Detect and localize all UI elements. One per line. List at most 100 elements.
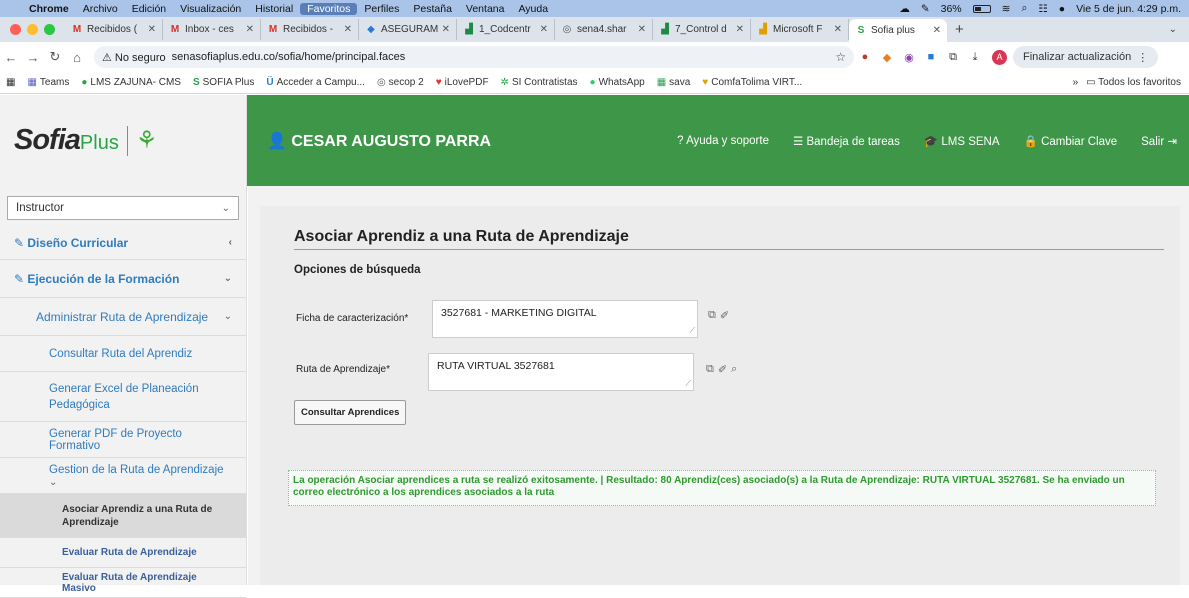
sidebar-item-evaluar-ruta[interactable]: Evaluar Ruta de Aprendizaje [0, 538, 246, 568]
bookmark-ilovepdf[interactable]: ♥ iLovePDF [430, 77, 495, 88]
bookmark-comfatolima[interactable]: ♥ ComfaTolima VIRT... [696, 77, 808, 88]
all-bookmarks-folder[interactable]: ▭ Todos los favoritos [1086, 77, 1189, 88]
browser-tab[interactable]: ◎ sena4.shar ✕ [555, 19, 653, 40]
browser-tab[interactable]: ▟ 7_Control d ✕ [653, 19, 751, 40]
kebab-menu-icon[interactable]: ⋮ [1137, 51, 1148, 64]
ruta-field[interactable]: RUTA VIRTUAL 3527681 ⟋ [428, 353, 694, 391]
menu-pestana[interactable]: Pestaña [406, 3, 459, 15]
extensions-puzzle-icon[interactable]: ⧉ [942, 51, 964, 64]
extension-icon[interactable]: ■ [920, 51, 942, 63]
bookmark-sava[interactable]: ▦ sava [651, 77, 697, 88]
nav-salir[interactable]: Salir ⇥ [1129, 134, 1189, 148]
menu-edicion[interactable]: Edición [125, 3, 173, 15]
resize-handle-icon[interactable]: ⟋ [685, 379, 691, 389]
menu-ayuda[interactable]: Ayuda [511, 3, 555, 15]
bookmark-star-icon[interactable]: ☆ [835, 50, 846, 64]
browser-tab[interactable]: M Recibidos - ✕ [261, 19, 359, 40]
consultar-aprendices-button[interactable]: Consultar Aprendices [294, 400, 407, 425]
not-secure-indicator[interactable]: ⚠ No seguro [102, 51, 172, 64]
clear-brush-icon[interactable]: ✐ [720, 309, 729, 322]
bookmark-lms-zajuna[interactable]: ● LMS ZAJUNA- CMS [75, 77, 187, 88]
address-bar[interactable]: ⚠ No seguro senasofiaplus.edu.co/sofia/h… [94, 46, 854, 68]
bookmark-secop[interactable]: ◎ secop 2 [371, 77, 430, 88]
browser-tab[interactable]: ▟ Microsoft F ✕ [751, 19, 849, 40]
menubar-clock[interactable]: Vie 5 de jun. 4:29 p.m. [1076, 3, 1181, 15]
siri-icon[interactable]: ● [1059, 3, 1065, 15]
menu-perfiles[interactable]: Perfiles [357, 3, 406, 15]
tab-close-icon[interactable]: ✕ [442, 24, 450, 35]
spotlight-search-icon[interactable]: ⌕ [1021, 2, 1027, 15]
tab-close-icon[interactable]: ✕ [736, 24, 744, 35]
bookmarks-overflow-icon[interactable]: » [1065, 77, 1087, 88]
sidebar-item-asociar-aprendiz[interactable]: Asociar Aprendiz a una Ruta de Aprendiza… [0, 494, 246, 538]
sidebar-item-diseno-curricular[interactable]: ✎ Diseño Curricular ‹ [0, 226, 246, 260]
sidebar-item-consultar-ruta[interactable]: Consultar Ruta del Aprendiz [0, 336, 246, 372]
browser-tab[interactable]: ▟ 1_Codcentr ✕ [457, 19, 555, 40]
sidebar-item-gestion-ruta[interactable]: Gestion de la Ruta de Aprendizaje ⌄ [0, 458, 246, 494]
browser-tab[interactable]: M Inbox - ces ✕ [163, 19, 261, 40]
menu-visualizacion[interactable]: Visualización [173, 3, 248, 15]
bookmark-teams[interactable]: ▦ Teams [21, 77, 75, 88]
bookmark-si-contratistas[interactable]: ✲ SI Contratistas [495, 77, 584, 88]
browser-tab[interactable]: M Recibidos ( ✕ [65, 19, 163, 40]
select-lookup-icon[interactable]: ⧉ [708, 309, 716, 322]
bookmark-whatsapp[interactable]: ● WhatsApp [584, 77, 651, 88]
url-text[interactable]: senasofiaplus.edu.co/sofia/home/principa… [172, 51, 406, 63]
tab-close-icon[interactable]: ✕ [933, 25, 941, 36]
sidebar-item-generar-excel[interactable]: Generar Excel de Planeación Pedagógica [0, 372, 246, 422]
nav-bandeja-tareas[interactable]: ☰ Bandeja de tareas [781, 134, 912, 148]
clear-brush-icon[interactable]: ✐ [718, 363, 727, 376]
reload-icon[interactable]: ↻ [44, 49, 66, 65]
control-center-icon[interactable]: ☷ [1038, 3, 1047, 15]
zoom-window-icon[interactable] [44, 24, 55, 35]
sidebar-item-ejecucion-formacion[interactable]: ✎ Ejecución de la Formación ⌄ [0, 260, 246, 298]
sidebar-item-administrar-ruta[interactable]: Administrar Ruta de Aprendizaje ⌄ [0, 298, 246, 336]
menu-favoritos[interactable]: Favoritos [300, 2, 358, 15]
lms-icon: ● [81, 77, 88, 88]
browser-tab-active[interactable]: S Sofia plus ✕ [849, 19, 947, 42]
update-button[interactable]: Finalizar actualización ⋮ [1013, 46, 1159, 68]
apps-grid-icon[interactable]: ▦ [0, 77, 21, 88]
battery-percent[interactable]: 36% [941, 3, 962, 15]
ficha-field[interactable]: 3527681 - MARKETING DIGITAL ⟋ [432, 300, 698, 338]
menu-archivo[interactable]: Archivo [76, 3, 125, 15]
new-tab-icon[interactable]: + [947, 21, 972, 38]
resize-handle-icon[interactable]: ⟋ [689, 326, 695, 336]
tab-close-icon[interactable]: ✕ [344, 24, 352, 35]
minimize-window-icon[interactable] [27, 24, 38, 35]
profile-avatar[interactable]: A [992, 49, 1007, 65]
back-icon[interactable]: ← [0, 50, 22, 65]
bookmark-campus[interactable]: Ü Acceder a Campu... [260, 77, 371, 88]
extension-icon[interactable]: ◆ [876, 51, 898, 64]
pen-icon[interactable]: ✎ [921, 3, 930, 15]
select-lookup-icon[interactable]: ⧉ [706, 363, 714, 376]
browser-tab[interactable]: ◆ ASEGURAM ✕ [359, 19, 457, 40]
menu-app-chrome[interactable]: Chrome [22, 3, 76, 15]
menu-ventana[interactable]: Ventana [459, 3, 512, 15]
extension-icon[interactable]: ◉ [898, 51, 920, 64]
sidebar-item-evaluar-ruta-masivo[interactable]: Evaluar Ruta de Aprendizaje Masivo [0, 568, 246, 598]
role-select[interactable]: Instructor ⌄ [7, 196, 239, 220]
nav-ayuda-soporte[interactable]: ? Ayuda y soporte [665, 135, 781, 147]
menu-historial[interactable]: Historial [248, 3, 300, 15]
wifi-icon[interactable]: ≋ [1002, 3, 1011, 15]
nav-lms-sena[interactable]: 🎓 LMS SENA [912, 134, 1012, 148]
tab-close-icon[interactable]: ✕ [834, 24, 842, 35]
extension-icon[interactable]: ● [854, 51, 876, 63]
sidebar-item-generar-pdf[interactable]: Generar PDF de Proyecto Formativo [0, 422, 246, 458]
tab-close-icon[interactable]: ✕ [540, 24, 548, 35]
sofia-plus-logo[interactable]: SofiaPlus ⚘ [0, 95, 247, 186]
bookmark-sofia-plus[interactable]: S SOFIA Plus [187, 77, 260, 88]
search-icon[interactable]: ⌕ [731, 363, 737, 376]
nav-cambiar-clave[interactable]: 🔒 Cambiar Clave [1012, 134, 1130, 148]
close-window-icon[interactable] [10, 24, 21, 35]
forward-icon[interactable]: → [22, 50, 44, 65]
creative-cloud-icon[interactable]: ☁ [899, 3, 910, 15]
tab-close-icon[interactable]: ✕ [638, 24, 646, 35]
tab-close-icon[interactable]: ✕ [148, 24, 156, 35]
sena-icon: ✲ [500, 77, 509, 88]
tab-close-icon[interactable]: ✕ [246, 24, 254, 35]
tab-search-chevron-icon[interactable]: ⌄ [1169, 24, 1189, 35]
download-icon[interactable]: ⤓ [964, 51, 986, 64]
home-icon[interactable]: ⌂ [66, 50, 88, 65]
